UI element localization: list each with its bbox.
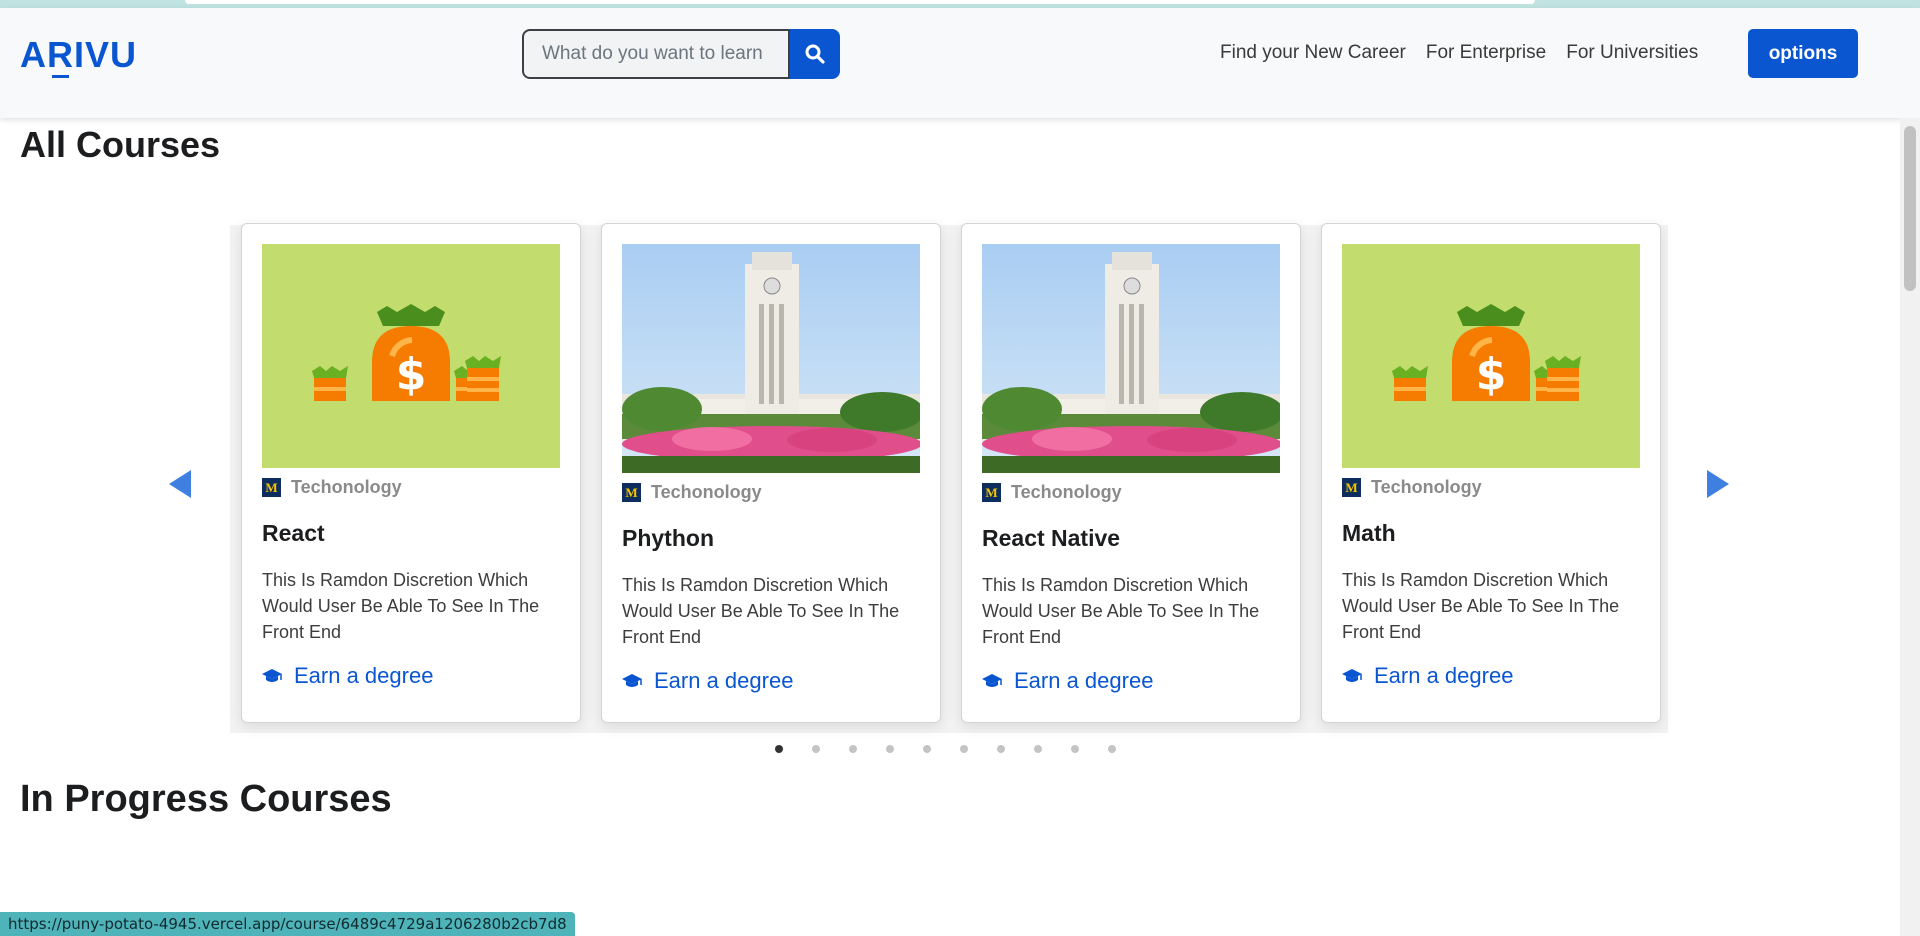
course-category: Techonology — [1371, 477, 1482, 497]
course-category: Techonology — [291, 477, 402, 497]
top-navbar: ARIVU Find your New Career For Enterpris… — [0, 8, 1920, 118]
carousel-prev-arrow-icon[interactable] — [167, 468, 195, 500]
course-card[interactable]: M Techonology Phython This Is Ramdon Disc… — [601, 223, 941, 723]
carousel-dot[interactable] — [1034, 745, 1042, 753]
carousel-dot[interactable] — [1108, 745, 1116, 753]
search-box — [522, 29, 790, 79]
search-button[interactable] — [790, 29, 840, 79]
carousel-dot[interactable] — [775, 745, 783, 753]
money-bag-illustration: $ — [1342, 244, 1640, 468]
browser-top-strip — [0, 0, 1920, 8]
all-courses-heading: All Courses — [20, 124, 221, 165]
university-logo: M — [262, 478, 281, 497]
carousel-dot[interactable] — [812, 745, 820, 753]
earn-degree-label: Earn a degree — [1374, 663, 1514, 688]
university-logo: M — [622, 483, 641, 502]
campus-clock-tower-photo — [622, 244, 920, 473]
earn-degree-label: Earn a degree — [654, 668, 794, 693]
course-description: This Is Ramdon Discretion Which Would Us… — [1342, 570, 1620, 642]
course-description: This Is Ramdon Discretion Which Would Us… — [622, 575, 900, 647]
graduation-cap-icon — [622, 674, 642, 687]
options-button[interactable]: options — [1748, 29, 1858, 78]
graduation-cap-icon — [982, 674, 1002, 687]
nav-links: Find your New Career For Enterprise For … — [1220, 42, 1698, 64]
page-scrollbar[interactable] — [1900, 118, 1920, 936]
course-card[interactable]: $ M Techonology Math This Is Ramdon Discr… — [1321, 223, 1661, 723]
carousel-dot[interactable] — [997, 745, 1005, 753]
money-bag-illustration: $ — [262, 244, 560, 468]
university-logo: M — [1342, 478, 1361, 497]
link-status-url: https://puny-potato-4945.vercel.app/cour… — [0, 912, 575, 936]
in-progress-heading: In Progress Courses — [20, 778, 392, 820]
earn-degree-link[interactable]: Earn a degree — [1342, 663, 1513, 689]
carousel-dot[interactable] — [960, 745, 968, 753]
carousel-dot[interactable] — [886, 745, 894, 753]
course-category: Techonology — [1011, 482, 1122, 502]
course-card[interactable]: $ M Techonology React This Is Ramdon Disc… — [241, 223, 581, 723]
nav-link-enterprise[interactable]: For Enterprise — [1426, 42, 1546, 64]
course-category: Techonology — [651, 482, 762, 502]
earn-degree-link[interactable]: Earn a degree — [262, 663, 433, 689]
graduation-cap-icon — [262, 669, 282, 682]
earn-degree-label: Earn a degree — [294, 663, 434, 688]
course-description: This Is Ramdon Discretion Which Would Us… — [982, 575, 1260, 647]
earn-degree-link[interactable]: Earn a degree — [982, 668, 1153, 694]
carousel-next-arrow-icon[interactable] — [1703, 468, 1731, 500]
course-description: This Is Ramdon Discretion Which Would Us… — [262, 570, 540, 642]
earn-degree-link[interactable]: Earn a degree — [622, 668, 793, 694]
svg-text:$: $ — [396, 349, 427, 400]
svg-text:$: $ — [1476, 349, 1507, 400]
nav-link-career[interactable]: Find your New Career — [1220, 42, 1406, 64]
carousel-dot[interactable] — [849, 745, 857, 753]
carousel-dots — [775, 745, 1116, 753]
course-title[interactable]: React — [262, 520, 325, 547]
nav-link-universities[interactable]: For Universities — [1566, 42, 1698, 64]
course-title[interactable]: Phython — [622, 525, 714, 552]
search-icon — [805, 44, 825, 64]
earn-degree-label: Earn a degree — [1014, 668, 1154, 693]
course-title[interactable]: React Native — [982, 525, 1120, 552]
search-input[interactable] — [524, 31, 788, 77]
course-card[interactable]: M Techonology React Native This Is Ramdon… — [961, 223, 1301, 723]
university-logo: M — [982, 483, 1001, 502]
course-title[interactable]: Math — [1342, 520, 1396, 547]
campus-clock-tower-photo — [982, 244, 1280, 473]
carousel-dot[interactable] — [923, 745, 931, 753]
scrollbar-thumb[interactable] — [1904, 126, 1916, 291]
logo[interactable]: ARIVU — [20, 34, 137, 78]
graduation-cap-icon — [1342, 669, 1362, 682]
carousel-dot[interactable] — [1071, 745, 1079, 753]
